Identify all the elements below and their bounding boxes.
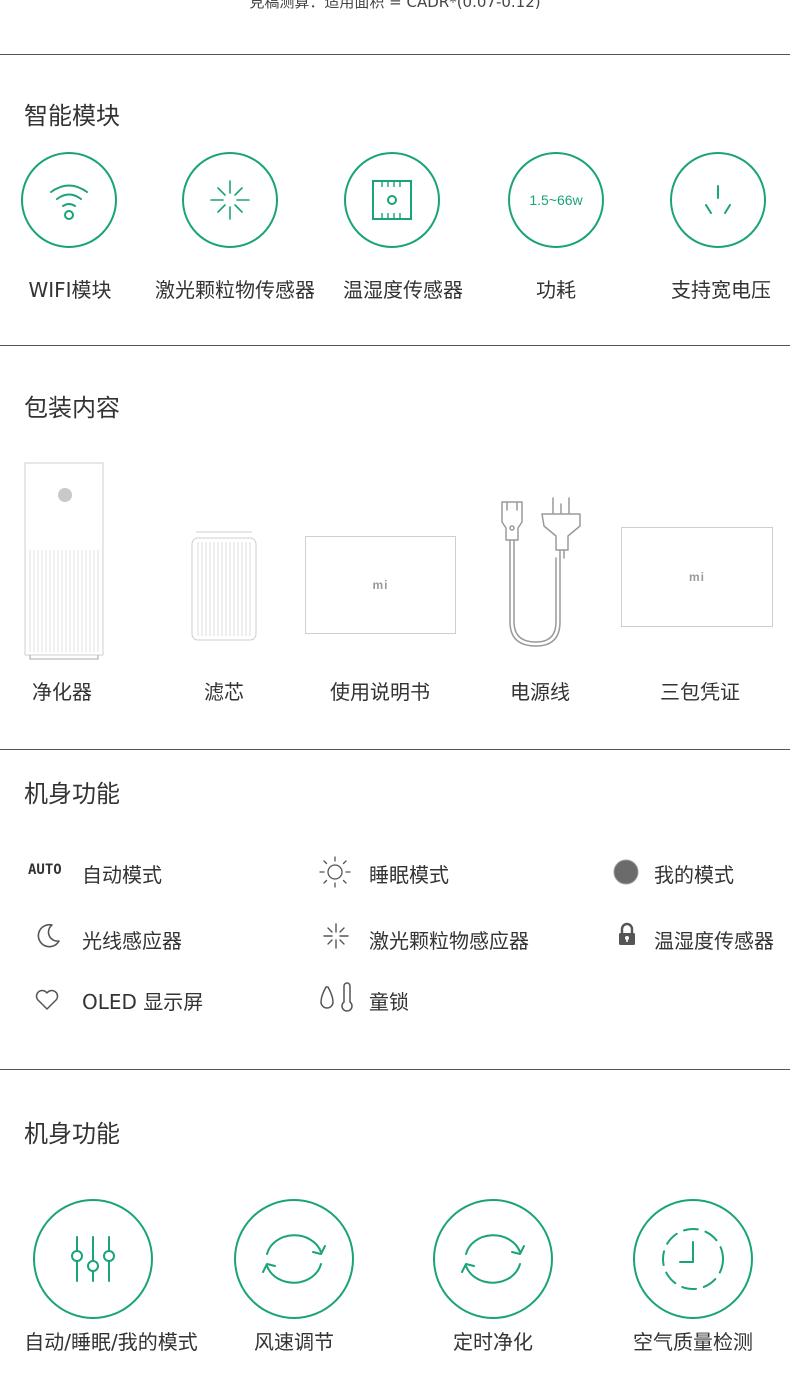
feature-label: 光线感应器 bbox=[82, 929, 182, 953]
heart-icon bbox=[34, 988, 60, 1012]
smart-label-voltage: 支持宽电压 bbox=[671, 278, 771, 302]
plug-circle bbox=[670, 152, 766, 248]
power-cord-image bbox=[498, 496, 586, 652]
divider bbox=[0, 54, 790, 55]
purifier-image bbox=[24, 462, 106, 660]
laser-sensor-icon bbox=[210, 180, 250, 220]
feature-label: 自动模式 bbox=[82, 863, 162, 887]
warranty-image: mi bbox=[621, 527, 773, 627]
function-label-timer: 定时净化 bbox=[453, 1330, 533, 1354]
mi-logo: mi bbox=[372, 578, 389, 592]
plug-icon bbox=[705, 185, 731, 214]
section-title-functions-2: 机身功能 bbox=[24, 1120, 120, 1148]
package-label-purifier: 净化器 bbox=[32, 680, 92, 704]
section-title-smart: 智能模块 bbox=[24, 102, 120, 130]
mi-logo: mi bbox=[688, 570, 705, 584]
chip-icon bbox=[372, 180, 412, 220]
drop-thermo-icon bbox=[317, 982, 361, 1014]
wifi-circle bbox=[21, 152, 117, 248]
refresh-circle bbox=[234, 1199, 354, 1319]
refresh-circle bbox=[433, 1199, 553, 1319]
smart-label-humidity: 温湿度传感器 bbox=[343, 278, 463, 302]
chip-circle bbox=[344, 152, 440, 248]
package-label-cord: 电源线 bbox=[510, 680, 570, 704]
sparkle-icon bbox=[322, 922, 350, 950]
feature-label: 温湿度传感器 bbox=[654, 929, 774, 953]
divider bbox=[0, 345, 790, 346]
manual-image: mi bbox=[305, 536, 456, 634]
wifi-icon bbox=[50, 184, 88, 220]
moon-icon bbox=[34, 922, 62, 950]
section-title-functions: 机身功能 bbox=[24, 780, 120, 808]
package-label-warranty: 三包凭证 bbox=[660, 680, 740, 704]
feature-label: 我的模式 bbox=[654, 863, 734, 887]
laser-circle bbox=[182, 152, 278, 248]
clock-icon bbox=[662, 1228, 724, 1290]
lock-icon bbox=[617, 922, 637, 948]
feature-label: 童锁 bbox=[369, 990, 409, 1014]
clock-circle bbox=[633, 1199, 753, 1319]
sliders-circle bbox=[33, 1199, 153, 1319]
section-title-package: 包装内容 bbox=[24, 394, 120, 422]
refresh-icon bbox=[262, 1234, 326, 1284]
divider bbox=[0, 1069, 790, 1070]
power-circle: 1.5~66w bbox=[508, 152, 604, 248]
smart-label-laser: 激光颗粒物传感器 bbox=[155, 278, 315, 302]
filter-image bbox=[190, 530, 258, 642]
feature-label: OLED 显示屏 bbox=[82, 990, 204, 1014]
package-label-manual: 使用说明书 bbox=[330, 680, 430, 704]
function-label-fan: 风速调节 bbox=[254, 1330, 334, 1354]
package-label-filter: 滤芯 bbox=[204, 680, 244, 704]
sliders-icon bbox=[71, 1236, 115, 1282]
feature-label: 睡眠模式 bbox=[369, 863, 449, 887]
smart-label-wifi: WIFI模块 bbox=[28, 278, 112, 302]
smart-label-power: 功耗 bbox=[536, 278, 576, 302]
function-label-air-quality: 空气质量检测 bbox=[633, 1330, 753, 1354]
dot-icon bbox=[613, 859, 639, 885]
sun-icon bbox=[318, 855, 352, 889]
refresh-icon bbox=[461, 1234, 525, 1284]
auto-icon: AUTO bbox=[28, 862, 62, 878]
divider bbox=[0, 749, 790, 750]
feature-label: 激光颗粒物感应器 bbox=[369, 929, 529, 953]
power-text-icon: 1.5~66w bbox=[529, 192, 583, 208]
function-label-modes: 自动/睡眠/我的模式 bbox=[24, 1330, 198, 1354]
formula-note: 見稿测算：适用面积 = CADR*(0.07-0.12) bbox=[249, 0, 541, 11]
